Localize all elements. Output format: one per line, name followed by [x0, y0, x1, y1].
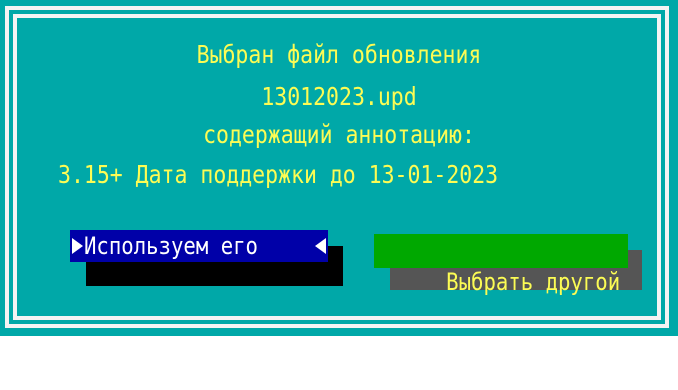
message-line-annotation-label: содержащий аннотацию: [203, 120, 475, 149]
choose-other-label: Выбрать другой [445, 268, 620, 296]
update-file-dialog: Выбран файл обновления 13012023.upd соде… [0, 0, 678, 336]
arrow-left-icon [315, 238, 326, 254]
use-this-file-label: Используем его [84, 232, 258, 260]
message-line-filename: 13012023.upd [261, 82, 417, 111]
message-line-annotation: 3.15+ Дата поддержки до 13-01-2023 [58, 160, 499, 189]
message-line-selected-file: Выбран файл обновления [196, 40, 482, 69]
arrow-right-icon [72, 238, 83, 254]
choose-other-button[interactable]: Выбрать другой [374, 234, 628, 296]
use-this-file-button[interactable]: Используем его [70, 230, 328, 262]
